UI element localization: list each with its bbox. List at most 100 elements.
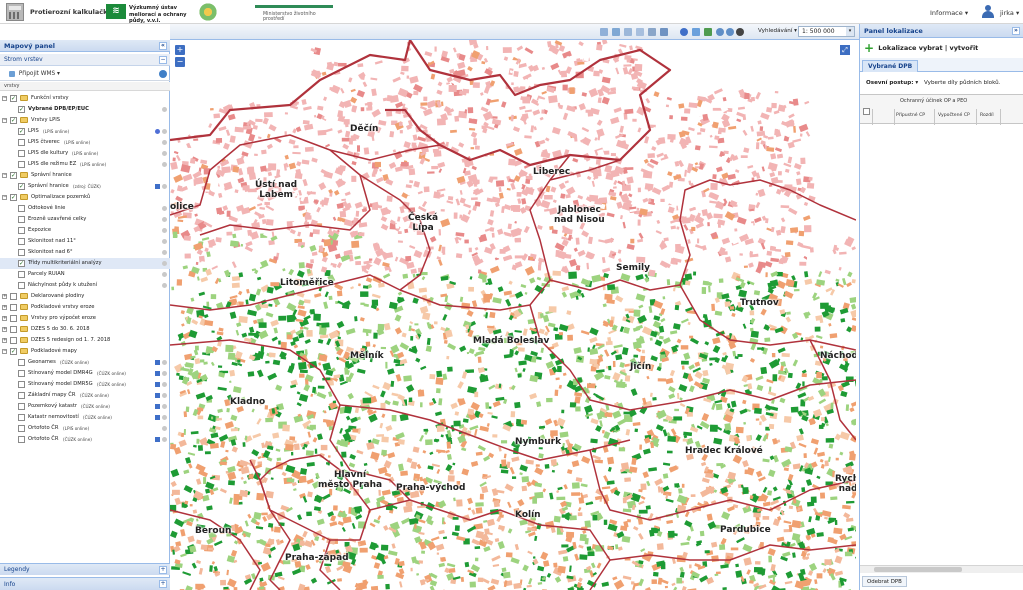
layer-settings-icon[interactable] (155, 437, 160, 442)
layer-settings-icon[interactable] (155, 360, 160, 365)
layer-settings-icon[interactable] (155, 184, 160, 189)
expand-icon[interactable]: + (159, 580, 167, 588)
tree-layer[interactable]: Katastr nemovitostí (ČÚZK online) (0, 412, 170, 423)
layer-info-icon[interactable] (162, 228, 167, 233)
export-icon[interactable] (660, 28, 668, 36)
layer-checkbox[interactable] (10, 315, 17, 322)
layer-info-icon[interactable] (162, 382, 167, 387)
lokalizace-action[interactable]: + Lokalizace vybrat | vytvořit (864, 42, 978, 54)
layer-checkbox[interactable] (18, 139, 25, 146)
layer-info-icon[interactable] (162, 217, 167, 222)
tree-group[interactable]: + DZES 5 do 30. 6. 2018 (0, 324, 170, 335)
layer-checkbox[interactable] (18, 161, 25, 168)
expand-icon[interactable]: + (159, 566, 167, 574)
tree-group[interactable]: − ✓ Funkční vrstvy (0, 93, 170, 104)
info-menu[interactable]: Informace ▾ (930, 9, 968, 17)
layer-info-icon[interactable] (162, 107, 167, 112)
collapse-tree-icon[interactable]: − (159, 56, 167, 64)
lokalizace-label[interactable]: Lokalizace vybrat | vytvořit (878, 44, 978, 52)
layer-info-icon[interactable] (162, 404, 167, 409)
layer-checkbox[interactable] (18, 392, 25, 399)
tree-group[interactable]: + DZES 5 redesign od 1. 7. 2018 (0, 335, 170, 346)
collapse-node-icon[interactable]: − (2, 96, 7, 101)
layer-info-icon[interactable] (162, 360, 167, 365)
layer-checkbox[interactable] (18, 271, 25, 278)
layer-info-icon[interactable] (162, 140, 167, 145)
layer-checkbox[interactable]: ✓ (10, 117, 17, 124)
collapse-node-icon[interactable]: − (2, 173, 7, 178)
col-vypoctene-cp[interactable]: Vypočtené CP (938, 113, 970, 118)
tree-group[interactable]: + Deklarované plodiny (0, 291, 170, 302)
collapse-node-icon[interactable]: − (2, 195, 7, 200)
layer-checkbox[interactable] (10, 337, 17, 344)
col-rozdil[interactable]: Rozdíl (980, 113, 994, 118)
connect-wms-button[interactable]: Připojit WMS ▾ (19, 71, 60, 77)
layer-settings-icon[interactable] (155, 382, 160, 387)
zoom-in-button[interactable]: + (175, 45, 185, 55)
layer-checkbox[interactable] (18, 205, 25, 212)
map-canvas[interactable] (170, 40, 856, 590)
select-icon[interactable] (600, 28, 608, 36)
tab-vybrane-dpb[interactable]: Vybrané DPB (862, 60, 919, 72)
tree-group[interactable]: + Podkladové vrstvy eroze (0, 302, 170, 313)
legend-panel-header[interactable]: Legendy + (0, 563, 170, 575)
layer-checkbox[interactable] (10, 293, 17, 300)
layer-checkbox[interactable] (10, 304, 17, 311)
layer-info-icon[interactable] (162, 272, 167, 277)
expand-node-icon[interactable]: + (2, 305, 7, 310)
tree-layer[interactable]: Stínovaný model DMR5G (ČÚZK online) (0, 379, 170, 390)
layer-checkbox[interactable] (18, 381, 25, 388)
layer-checkbox[interactable]: ✓ (18, 128, 25, 135)
zoom-in-icon[interactable] (716, 28, 724, 36)
tree-layer[interactable]: Sklonitost nad 11° (0, 236, 170, 247)
select-all-checkbox[interactable] (863, 108, 870, 115)
tree-group[interactable]: − ✓ Vrstvy LPIS (0, 115, 170, 126)
tree-layer[interactable]: Parcely RUIAN (0, 269, 170, 280)
layer-info-icon[interactable] (162, 250, 167, 255)
layer-checkbox[interactable] (18, 227, 25, 234)
layer-checkbox[interactable]: ✓ (18, 106, 25, 113)
user-menu[interactable]: jirka ▾ (1000, 9, 1019, 17)
tree-group[interactable]: + Vrstvy pro výpočet eroze (0, 313, 170, 324)
info-icon[interactable] (680, 28, 688, 36)
map-view[interactable]: Děčín Ústí nad Labem Liberec Jablonec nad N… (170, 40, 856, 590)
layer-info-icon[interactable] (162, 393, 167, 398)
osevni-postup-dropdown[interactable]: Osevní postup: ▾ (866, 80, 918, 86)
tree-layer[interactable]: LPIS dle režimu EZ (LPIS online) (0, 159, 170, 170)
area-icon[interactable] (636, 28, 644, 36)
tree-layer[interactable]: Sklonitost nad 6° (0, 247, 170, 258)
tree-layer[interactable]: Stínovaný model DMR4G (ČÚZK online) (0, 368, 170, 379)
layers-icon[interactable] (692, 28, 700, 36)
layer-info-icon[interactable] (162, 426, 167, 431)
tree-layer[interactable]: Ortofoto ČR (ČÚZK online) (0, 434, 170, 445)
globe-icon[interactable] (159, 70, 167, 78)
zoom-out-icon[interactable] (726, 28, 734, 36)
tree-group[interactable]: − ✓ Správní hranice (0, 170, 170, 181)
collapse-left-icon[interactable]: « (159, 42, 167, 50)
tree-layer[interactable]: Pozemkový katastr (ČÚZK online) (0, 401, 170, 412)
tree-layer[interactable]: Expozice (0, 225, 170, 236)
layer-info-icon[interactable] (162, 162, 167, 167)
horizontal-scrollbar[interactable] (860, 565, 1023, 573)
zoom-out-button[interactable]: − (175, 57, 185, 67)
layer-checkbox[interactable]: ✓ (18, 260, 25, 267)
tree-layer[interactable]: ✓ Třídy multikriteriální analýzy (0, 258, 170, 269)
tree-group[interactable]: − ✓ Optimalizace pozemků (0, 192, 170, 203)
print-icon[interactable] (648, 28, 656, 36)
tree-layer[interactable]: LPIS čtverec (LPIS online) (0, 137, 170, 148)
tree-layer[interactable]: Odtokové linie (0, 203, 170, 214)
tree-layer[interactable]: Náchylnost půdy k utužení (0, 280, 170, 291)
expand-node-icon[interactable]: + (2, 338, 7, 343)
tree-layer[interactable]: ✓ LPIS (LPIS online) (0, 126, 170, 137)
draw-icon[interactable] (624, 28, 632, 36)
layer-info-icon[interactable] (162, 371, 167, 376)
layer-info-icon[interactable] (162, 184, 167, 189)
tree-layer[interactable]: ✓ Správní hranice (zdroj: ČÚZK) (0, 181, 170, 192)
layer-checkbox[interactable] (18, 425, 25, 432)
layer-info-icon[interactable] (162, 437, 167, 442)
scale-select[interactable]: 1: 500 000 ▾ (798, 26, 855, 37)
tree-layer[interactable]: ✓ Vybrané DPB/EP/EUC (0, 104, 170, 115)
layer-checkbox[interactable] (18, 249, 25, 256)
collapse-node-icon[interactable]: − (2, 349, 7, 354)
layer-checkbox[interactable] (18, 150, 25, 157)
